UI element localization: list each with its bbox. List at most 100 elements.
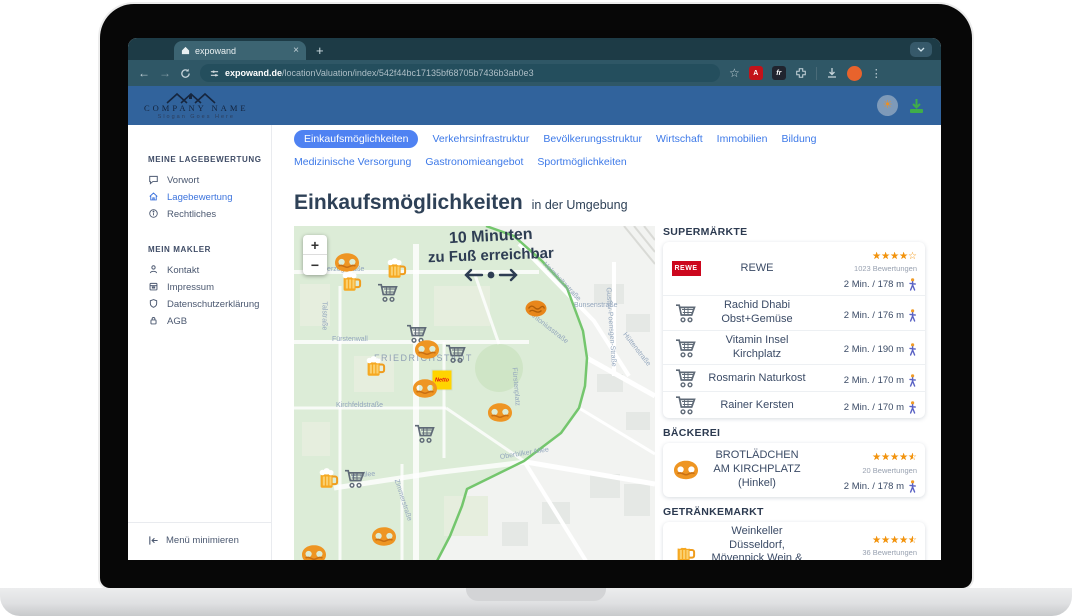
place-row[interactable]: REWEREWE☆☆☆☆☆★★★★★1023 Bewertungen2 Min.… [663, 242, 925, 295]
bookmark-star-icon[interactable]: ☆ [729, 67, 740, 79]
company-logo[interactable]: COMPANY NAME Slogan Goes Here [144, 91, 249, 119]
walking-person-icon [908, 374, 917, 387]
walking-distance: 2 Min. / 178 m [844, 480, 917, 493]
zoom-in-button[interactable]: + [303, 235, 327, 255]
browser-window: expowand × + ← → expowand.de/locationVal… [128, 38, 941, 560]
tab-immobilien[interactable]: Immobilien [717, 130, 768, 148]
beer-mug-icon [341, 271, 363, 293]
url-bar[interactable]: expowand.de/locationValuation/index/542f… [200, 64, 720, 82]
cart-map-marker[interactable] [344, 469, 366, 494]
tab-close-icon[interactable]: × [293, 45, 299, 56]
download-icon[interactable] [826, 67, 838, 79]
tab-wirtschaft[interactable]: Wirtschaft [656, 130, 703, 148]
place-row[interactable]: Vitamin Insel Kirchplatz2 Min. / 190 m [663, 330, 925, 365]
laptop-mockup: expowand × + ← → expowand.de/locationVal… [0, 0, 1072, 616]
header-actions: ☀ [877, 95, 925, 116]
fr-extension-icon[interactable]: fr [772, 66, 786, 80]
browser-menu-icon[interactable]: ⋮ [871, 67, 882, 80]
walking-person-icon [908, 401, 917, 414]
shopping-cart-icon [675, 368, 697, 388]
lock-icon [148, 315, 159, 329]
tab-medizinische-versorgung[interactable]: Medizinische Versorgung [294, 153, 411, 171]
tab-bildung[interactable]: Bildung [781, 130, 816, 148]
theme-toggle-sun-icon[interactable]: ☀ [877, 95, 898, 116]
pretzel-icon [487, 403, 513, 423]
page-title: Einkaufsmöglichkeiten in der Umgebung [294, 180, 925, 217]
tab-gastronomieangebot[interactable]: Gastronomieangebot [425, 153, 523, 171]
zoom-out-button[interactable]: − [303, 255, 327, 275]
place-name: REWE [703, 262, 811, 276]
place-section-heading: BÄCKEREI [663, 427, 925, 439]
beer-map-marker[interactable] [386, 258, 408, 285]
place-row[interactable]: Rosmarin Naturkost2 Min. / 170 m [663, 364, 925, 391]
sidebar-item-vorwort[interactable]: Vorwort [148, 172, 271, 189]
home-icon [148, 191, 159, 205]
tab-bevölkerungsstruktur[interactable]: Bevölkerungsstruktur [543, 130, 642, 148]
radius-arrows-icon [462, 268, 520, 282]
street-label: Kirchfeldstraße [336, 402, 383, 409]
place-card: REWEREWE☆☆☆☆☆★★★★★1023 Bewertungen2 Min.… [663, 242, 925, 418]
map-zoom-control: + − [303, 235, 327, 275]
sidebar-item-kontakt[interactable]: Kontakt [148, 262, 271, 279]
content-row: + − 10 Minuten zu Fuß erreichbar [294, 226, 925, 560]
reload-icon[interactable] [180, 68, 191, 79]
star-rating: ☆☆☆☆☆★★★★★ [872, 536, 917, 546]
cart-map-marker[interactable] [414, 424, 436, 449]
toolbar-divider [816, 67, 817, 80]
extensions-puzzle-icon[interactable] [795, 67, 807, 79]
shield-icon [148, 298, 159, 312]
map[interactable]: + − 10 Minuten zu Fuß erreichbar [294, 226, 655, 560]
profile-avatar[interactable] [847, 66, 862, 81]
company-slogan: Slogan Goes Here [158, 114, 235, 120]
new-tab-button[interactable]: + [316, 43, 324, 58]
bread-map-marker[interactable] [525, 300, 548, 323]
tab-einkaufsmöglichkeiten[interactable]: Einkaufsmöglichkeiten [294, 130, 418, 148]
tab-list-chevron-button[interactable] [910, 42, 932, 57]
walking-distance: 2 Min. / 178 m [844, 278, 917, 291]
pretzel-icon [412, 379, 438, 399]
sidebar-item-impressum[interactable]: Impressum [148, 279, 271, 296]
place-row[interactable]: Rainer Kersten2 Min. / 170 m [663, 391, 925, 418]
report-download-icon[interactable] [908, 98, 925, 114]
sidebar-item-label: Impressum [167, 282, 214, 293]
sidebar-item-label: Vorwort [167, 175, 199, 186]
star-rating: ☆☆☆☆☆★★★★★ [872, 252, 917, 262]
place-name: Rachid Dhabi Obst+Gemüse [703, 299, 811, 327]
beer-mug-icon [318, 468, 340, 490]
beer-map-marker[interactable] [341, 271, 363, 298]
place-row[interactable]: Rachid Dhabi Obst+Gemüse2 Min. / 176 m [663, 295, 925, 330]
sidebar-item-datenschutzerklärung[interactable]: Datenschutzerklärung [148, 296, 271, 313]
sidebar-section-heading: MEINE LAGEBEWERTUNG [148, 155, 271, 164]
browser-tab[interactable]: expowand × [174, 41, 306, 60]
sidebar-item-rechtliches[interactable]: Rechtliches [148, 206, 271, 223]
back-button[interactable]: ← [138, 67, 150, 79]
forward-button[interactable]: → [159, 67, 171, 79]
cart-map-marker[interactable] [445, 344, 467, 369]
pretzel-map-marker[interactable] [301, 545, 327, 561]
sidebar-item-label: Lagebewertung [167, 192, 233, 203]
cart-map-marker[interactable] [377, 283, 399, 308]
tab-sportmöglichkeiten[interactable]: Sportmöglichkeiten [537, 153, 626, 171]
beer-map-marker[interactable] [365, 356, 387, 383]
laptop-notch [466, 588, 606, 601]
shopping-cart-icon [675, 303, 697, 323]
sidebar-item-agb[interactable]: AGB [148, 313, 271, 330]
annotation-line2: zu Fuß erreichbar [428, 245, 554, 267]
street-label: Fürstenwall [332, 336, 368, 343]
pretzel-map-marker[interactable] [487, 403, 513, 428]
place-row[interactable]: BROTLÄDCHEN AM KIRCHPLATZ(Hinkel)☆☆☆☆☆★★… [663, 443, 925, 496]
sidebar-item-label: AGB [167, 316, 187, 327]
home-favicon-icon [181, 46, 190, 55]
tab-verkehrsinfrastruktur[interactable]: Verkehrsinfrastruktur [432, 130, 529, 148]
beer-mug-icon [365, 356, 387, 378]
beer-map-marker[interactable] [318, 468, 340, 495]
place-section-heading: GETRÄNKEMARKT [663, 506, 925, 518]
place-row[interactable]: Weinkeller Düsseldorf,Mövenpick Wein & C… [663, 522, 925, 560]
sidebar-item-lagebewertung[interactable]: Lagebewertung [148, 189, 271, 206]
pretzel-map-marker[interactable] [414, 340, 440, 365]
pretzel-map-marker[interactable] [412, 379, 438, 404]
sidebar-minimize-button[interactable]: Menü minimieren [128, 522, 271, 560]
pdf-extension-icon[interactable]: A [749, 66, 763, 80]
browser-tab-strip: expowand × + [128, 38, 941, 60]
pretzel-map-marker[interactable] [371, 527, 397, 552]
